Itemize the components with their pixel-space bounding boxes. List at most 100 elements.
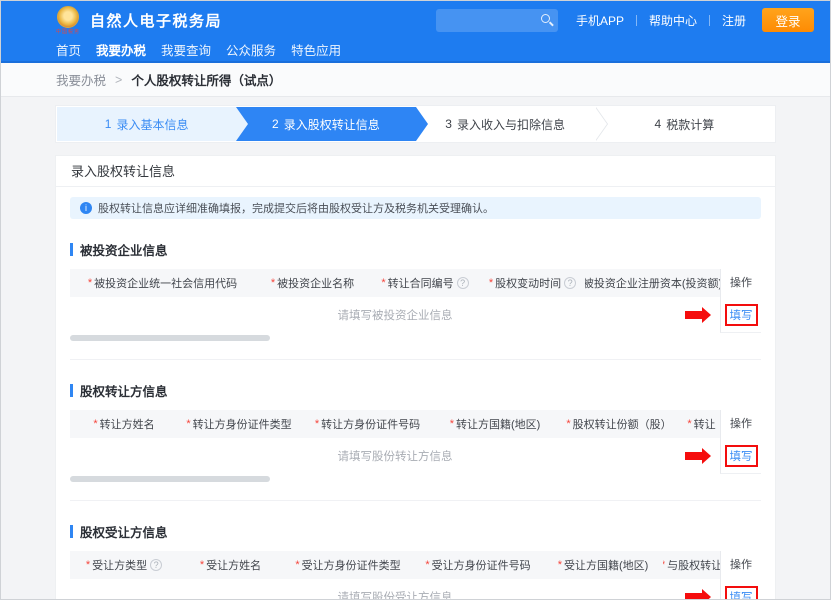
step-2-transfer-info[interactable]: 2 录入股权转让信息 [236,107,415,141]
horizontal-scrollbar[interactable] [70,333,720,343]
search-input[interactable] [436,9,558,32]
app-header: 中国税务 自然人电子税务局 手机APP 帮助中心 注册 登录 [1,1,830,39]
action-column: 操作 填写 [720,551,761,600]
breadcrumb-separator-icon: > [115,73,122,87]
section-divider [70,359,761,360]
required-icon: * [663,559,665,571]
breadcrumb-parent[interactable]: 我要办税 [56,70,106,89]
separator [709,15,710,26]
notice-text: 股权转让信息应详细准确填报，完成提交后将由股权受让方及税务机关受理确认。 [98,200,494,216]
fill-button[interactable]: 填写 [730,310,753,322]
scrollbar-thumb[interactable] [70,476,270,482]
section-title: 股权转让方信息 [70,381,761,400]
breadcrumb: 我要办税 > 个人股权转让所得（试点） [1,63,830,97]
step-3-income-deduction[interactable]: 3 录入收入与扣除信息 [416,107,595,141]
title-bar-icon [70,243,73,256]
table-header: * 被投资企业统一社会信用代码 * 被投资企业名称 * 转让合同编号 ? [70,269,720,297]
info-icon: i [80,202,92,214]
nav-item-featured-apps[interactable]: 特色应用 [291,40,341,59]
section-title: 被投资企业信息 [70,240,761,259]
required-icon: * [450,418,454,430]
column-header: * 被投资企业统一社会信用代码 [70,269,255,297]
form-panel: 录入股权转让信息 i 股权转让信息应详细准确填报，完成提交后将由股权受让方及税务… [55,155,776,600]
header-links: 手机APP 帮助中心 注册 [576,12,746,29]
step-number: 2 [272,117,279,131]
step-label: 税款计算 [666,116,714,133]
main-nav: 首页 我要办税 我要查询 公众服务 特色应用 [1,39,830,63]
section-transferor: 股权转让方信息 * 转让方姓名 * 转让方身份证件类型 [56,381,775,501]
login-button[interactable]: 登录 [762,8,814,32]
nav-item-home[interactable]: 首页 [56,40,81,59]
step-1-basic-info[interactable]: 1 录入基本信息 [57,107,236,141]
action-column: 操作 填写 [720,269,761,333]
fill-button[interactable]: 填写 [730,451,753,463]
column-header: * 转让方身份证件类型 [178,410,300,438]
annotation-box: 填写 [725,304,758,326]
required-icon: * [381,277,385,289]
required-icon: * [558,559,562,571]
panel-title: 录入股权转让信息 [56,156,775,187]
invested-company-table: * 被投资企业统一社会信用代码 * 被投资企业名称 * 转让合同编号 ? [70,269,761,343]
transferee-table: * 受让方类型 ? * 受让方姓名 * 受让方身份证件类型 [70,551,761,600]
section-transferee: 股权受让方信息 * 受让方类型 ? * 受让方姓名 [56,522,775,600]
logo-caption: 中国税务 [56,29,80,35]
column-header: * 股权转让份额（股） [555,410,683,438]
section-divider [70,500,761,501]
table-header: * 转让方姓名 * 转让方身份证件类型 * 转让方身份证件号码 [70,410,720,438]
required-icon: * [93,418,97,430]
nav-item-public-service[interactable]: 公众服务 [226,40,276,59]
nav-item-query[interactable]: 我要查询 [161,40,211,59]
column-header: * 被投资企业名称 [255,269,370,297]
search-icon[interactable] [541,14,550,23]
app-title: 自然人电子税务局 [90,10,222,31]
required-icon: * [315,418,319,430]
annotation-arrow-icon [685,593,702,600]
column-header: * 股权变动时间 ? [480,269,585,297]
step-label: 录入基本信息 [116,116,188,133]
column-header: * 转让 [683,410,720,438]
nav-item-do-tax[interactable]: 我要办税 [96,40,146,59]
required-icon: * [687,418,691,430]
section-title: 股权受让方信息 [70,522,761,541]
link-mobile-app[interactable]: 手机APP [576,12,624,29]
column-header: * 受让方身份证件类型 [283,551,413,579]
action-column-header: 操作 [721,551,761,579]
action-column: 操作 填写 [720,410,761,474]
required-icon: * [295,559,299,571]
transferor-table: * 转让方姓名 * 转让方身份证件类型 * 转让方身份证件号码 [70,410,761,484]
help-icon[interactable]: ? [457,277,469,289]
required-icon: * [566,418,570,430]
column-header: * 与股权转让 [663,551,720,579]
table-header: * 受让方类型 ? * 受让方姓名 * 受让方身份证件类型 [70,551,720,579]
table-empty-row: 请填写股份转让方信息 [70,438,720,474]
column-header: * 受让方姓名 [178,551,283,579]
column-header: * 受让方国籍(地区) [543,551,663,579]
column-header: * 受让方类型 ? [70,551,178,579]
horizontal-scrollbar[interactable] [70,474,720,484]
required-icon: * [86,559,90,571]
help-icon[interactable]: ? [150,559,162,571]
step-label: 录入股权转让信息 [284,116,380,133]
column-header: * 转让合同编号 ? [370,269,480,297]
step-number: 1 [105,117,112,131]
fill-button[interactable]: 填写 [730,592,753,600]
separator [636,15,637,26]
help-icon[interactable]: ? [564,277,576,289]
search-box[interactable] [436,9,558,32]
step-number: 3 [445,117,452,131]
column-header: * 转让方身份证件号码 [300,410,435,438]
link-help-center[interactable]: 帮助中心 [649,12,697,29]
column-header: * 受让方身份证件号码 [413,551,543,579]
required-icon: * [88,277,92,289]
breadcrumb-current: 个人股权转让所得（试点） [131,70,281,89]
step-4-tax-calc[interactable]: 4 税款计算 [595,107,774,141]
required-icon: * [425,559,429,571]
link-register[interactable]: 注册 [722,12,746,29]
column-header: * 转让方姓名 [70,410,178,438]
annotation-arrow-icon [685,311,702,319]
column-header: * 转让方国籍(地区) [435,410,555,438]
scrollbar-thumb[interactable] [70,335,270,341]
table-empty-row: 请填写股份受让方信息 [70,579,720,600]
required-icon: * [186,418,190,430]
title-bar-icon [70,525,73,538]
